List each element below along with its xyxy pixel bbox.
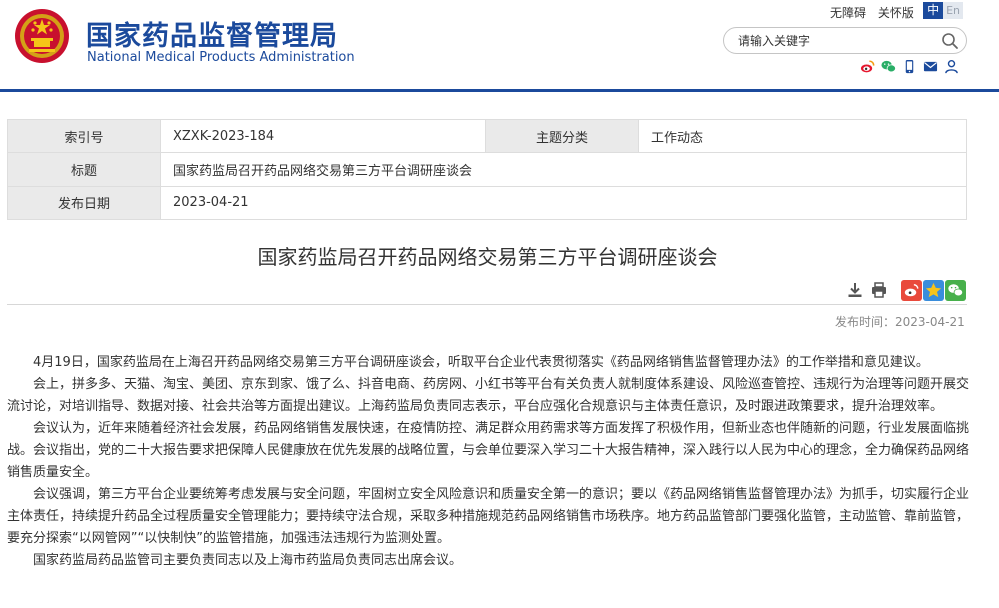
- weibo-icon[interactable]: [860, 59, 875, 74]
- index-value: XZXK-2023-184: [160, 118, 486, 154]
- lang-en-button[interactable]: En: [943, 2, 963, 19]
- social-links: [860, 59, 959, 74]
- paragraph: 国家药监局药品监管司主要负责同志以及上海市药监局负责同志出席会议。: [33, 553, 463, 568]
- date-value: 2023-04-21: [160, 185, 967, 221]
- category-label: 主题分类: [485, 118, 639, 154]
- accessibility-link[interactable]: 无障碍: [830, 6, 866, 20]
- lang-cn-button[interactable]: 中: [923, 2, 944, 19]
- share-weibo-icon[interactable]: [901, 280, 922, 301]
- site-title-cn[interactable]: 国家药品监督管理局: [86, 14, 338, 53]
- paragraph: 4月19日，国家药监局在上海召开药品网络交易第三方平台调研座谈会，听取平台企业代…: [33, 355, 929, 370]
- article-body: 4月19日，国家药监局在上海召开药品网络交易第三方平台调研座谈会，听取平台企业代…: [7, 352, 969, 572]
- care-mode-link[interactable]: 关怀版: [878, 6, 914, 20]
- user-icon[interactable]: [944, 59, 959, 74]
- header-divider: [0, 89, 999, 92]
- search-icon[interactable]: [940, 31, 960, 51]
- site-title-en[interactable]: National Medical Products Administration: [87, 50, 355, 65]
- site-header: 国家药品监督管理局 National Medical Products Admi…: [0, 0, 999, 92]
- wechat-icon[interactable]: [881, 59, 896, 74]
- print-icon[interactable]: [870, 281, 888, 299]
- publish-time: 发布时间：2023-04-21: [835, 315, 965, 329]
- share-tools: [901, 280, 966, 301]
- paragraph: 会议认为，近年来随着经济社会发展，药品网络销售发展快速，在疫情防控、满足群众用药…: [7, 421, 970, 480]
- paragraph: 会议强调，第三方平台企业要统筹考虑发展与安全问题，牢固树立安全风险意识和质量安全…: [7, 487, 970, 546]
- article-title: 国家药监局召开药品网络交易第三方平台调研座谈会: [257, 245, 718, 269]
- mobile-icon[interactable]: [902, 59, 917, 74]
- title-label: 标题: [7, 152, 161, 187]
- paragraph: 会上，拼多多、天猫、淘宝、美团、京东到家、饿了么、抖音电商、药房网、小红书等平台…: [7, 377, 970, 414]
- category-value: 工作动态: [638, 118, 967, 154]
- date-label: 发布日期: [7, 185, 161, 221]
- language-switch: 中 En: [923, 2, 963, 19]
- search-box: [723, 27, 967, 54]
- share-wechat-icon[interactable]: [945, 280, 966, 301]
- title-value: 国家药监局召开药品网络交易第三方平台调研座谈会: [160, 152, 967, 187]
- download-icon[interactable]: [846, 281, 864, 299]
- title-divider: [7, 304, 967, 305]
- search-input[interactable]: [738, 32, 928, 50]
- mail-icon[interactable]: [923, 59, 938, 74]
- index-label: 索引号: [7, 118, 161, 154]
- article-info-table: 索引号 XZXK-2023-184 主题分类 工作动态 标题 国家药监局召开药品…: [7, 118, 967, 221]
- share-qzone-icon[interactable]: [923, 280, 944, 301]
- national-emblem-icon[interactable]: [14, 8, 70, 64]
- article-tools: [846, 281, 888, 299]
